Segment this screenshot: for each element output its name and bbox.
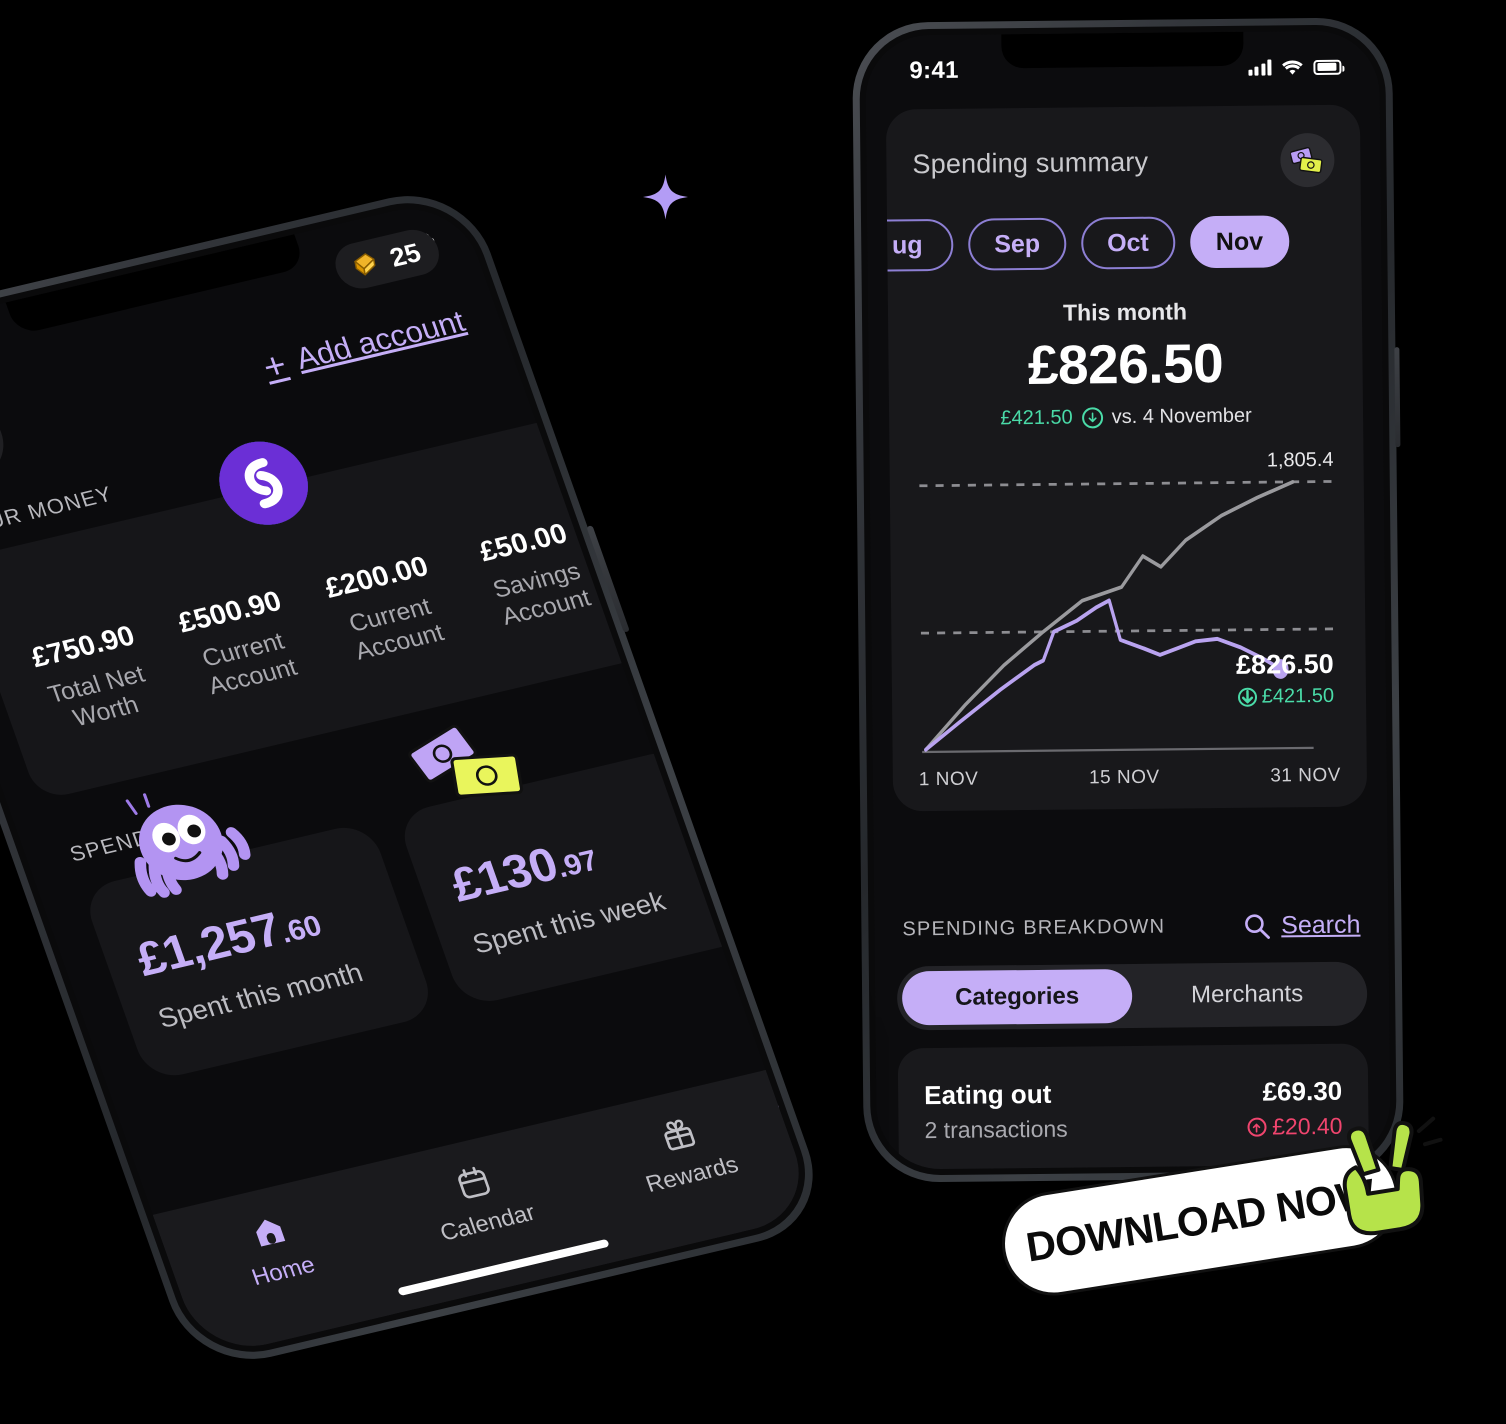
period-label: This month [1062,298,1188,326]
phone-left: 9:41 25 [0,180,835,1375]
plus-icon: + [257,343,293,388]
x-label-mid: 15 NOV [1088,766,1160,789]
spent-month-card[interactable]: £1,257.60 Spent this month [80,793,438,1083]
month-chip-nov[interactable]: Nov [1189,215,1290,269]
status-icons [1247,58,1342,76]
search-label: Search [1281,910,1361,940]
right-screen: 9:41 Spending summary ug Sep Oct Nov Thi… [865,30,1391,1170]
month-selector[interactable]: ug Sep Oct Nov [885,215,1336,272]
tab-label: Home [248,1250,319,1291]
month-chip-oct[interactable]: Oct [1080,216,1176,270]
svg-text:Eats: Eats [666,1304,713,1334]
delta-amount: £421.50 [1000,406,1073,430]
svg-text:3: 3 [490,1319,532,1359]
status-time: 9:41 [909,56,959,85]
spending-summary-card: Spending summary ug Sep Oct Nov This mon… [885,104,1368,812]
sparkle-icon [643,173,688,221]
left-screen: 9:41 25 [0,195,817,1360]
endpoint-delta: £421.50 [1237,684,1335,709]
month-chip-sep[interactable]: Sep [967,217,1067,271]
signal-icon [1247,59,1272,76]
wifi-icon [1282,59,1303,75]
spending-breakdown: SPENDING BREAKDOWN Search Categories Mer… [896,911,1370,1170]
breakdown-segmented-control[interactable]: Categories Merchants [896,961,1368,1031]
notch [1001,31,1244,69]
total-amount: £826.50 [1027,331,1224,397]
phone-right: 9:41 Spending summary ug Sep Oct Nov Thi… [851,17,1405,1183]
amount-main: £1,257 [129,901,288,986]
paid-badge [700,1303,757,1354]
promo-stage: 9:41 Spending summary ug Sep Oct Nov Thi… [0,0,1506,1424]
peace-hand-icon [1318,1100,1458,1252]
category-name: Eating out [924,1078,1052,1111]
svg-text:Uber: Uber [657,1284,708,1315]
coin-icon [354,253,376,276]
amount-main: £130 [443,836,565,912]
endpoint-delta-value: £421.50 [1261,684,1335,708]
x-label-start: 1 NOV [918,768,979,791]
banknotes-icon [395,708,549,837]
battery-icon [1313,59,1342,75]
page-title: Spending summary [912,146,1149,179]
delta-row: £421.50 vs. 4 November [915,404,1337,431]
delta-compare: vs. 4 November [1111,404,1252,429]
breakdown-title: SPENDING BREAKDOWN [902,915,1166,941]
category-value: £69.30 [1262,1075,1343,1107]
bottom-tab-bar: Home Calendar Rewards [152,1069,817,1360]
download-label: DOWNLOAD NOW [1022,1169,1378,1271]
add-account-label: Add account [291,304,470,377]
tab-rewards[interactable]: Rewards [569,1091,817,1262]
chart-x-labels: 1 NOV 15 NOV 31 NOV [919,765,1341,791]
tab-calendar[interactable]: Calendar [365,1139,613,1310]
paid-badge [526,1344,584,1360]
banknotes-icon[interactable] [1280,132,1335,188]
tab-categories[interactable]: Categories [901,968,1133,1026]
trainline-logo: train [797,1210,817,1321]
chart-svg [919,479,1336,754]
add-account-button[interactable]: + Add account [257,304,470,388]
x-label-end: 31 NOV [1270,764,1341,787]
arrow-up-icon [1247,1117,1267,1137]
arrow-down-icon [1081,407,1103,429]
arrow-down-icon [1237,687,1257,707]
category-transactions: 2 transactions [924,1115,1068,1144]
month-chip-aug[interactable]: ug [885,218,954,272]
avatar[interactable] [0,396,15,488]
endpoint-amount: £826.50 [1235,648,1334,680]
spending-cards: £1,257.60 Spent this month £130.97 Spent… [80,724,753,1083]
gridline-top-label: 1,805.4 [1266,448,1334,472]
tab-merchants[interactable]: Merchants [1132,967,1363,1023]
power-button[interactable] [1394,347,1401,448]
spending-chart: 1,805.4 £826.50 £421.50 1 NOV 15 NOV 31 … [915,449,1341,790]
tab-home[interactable]: Home [160,1188,408,1359]
purple-monster-icon [100,772,272,916]
coin-count: 25 [385,236,425,273]
search-button[interactable]: Search [1243,911,1361,941]
search-icon [1244,914,1270,939]
card-header: Spending summary [912,132,1335,191]
breakdown-header: SPENDING BREAKDOWN Search [896,911,1366,945]
